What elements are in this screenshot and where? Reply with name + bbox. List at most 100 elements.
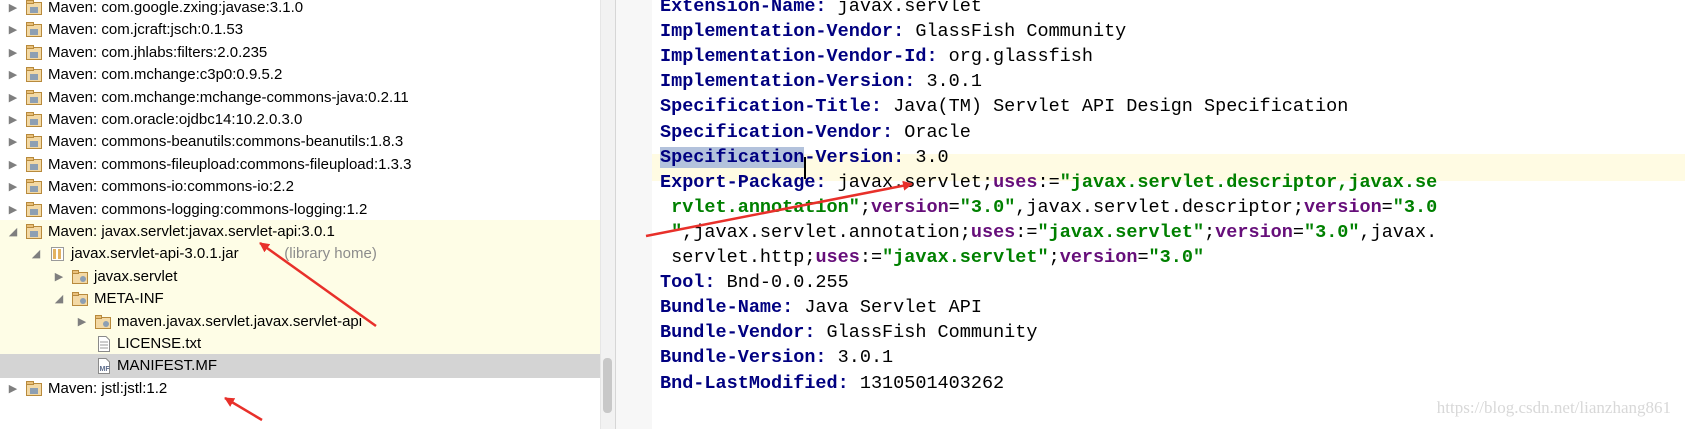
tree-row[interactable]: LICENSE.txt	[0, 332, 600, 356]
tree-row[interactable]: ▶ Maven: com.jcraft:jsch:0.1.53	[0, 18, 600, 42]
tree-row[interactable]: ▶ Maven: jstl:jstl:1.2	[0, 377, 600, 401]
code-token: 3.0.1	[826, 347, 894, 369]
code-token: Bundle-Name:	[660, 297, 794, 319]
code-token: Bnd-LastModified:	[660, 372, 849, 394]
expand-arrow-icon[interactable]: ◢	[29, 242, 43, 266]
code-token: ;	[1048, 247, 1060, 268]
code-token: Export-Package:	[660, 171, 827, 193]
code-token: "javax.servlet.descriptor,javax.se	[1059, 171, 1438, 193]
code-token: rvlet.annotation"	[671, 196, 860, 218]
collapse-arrow-icon[interactable]: ▶	[52, 265, 66, 289]
collapse-arrow-icon[interactable]: ▶	[6, 130, 20, 154]
tree-row[interactable]: ▶ Maven: com.google.zxing:javase:3.1.0	[0, 0, 600, 20]
tree-row[interactable]: ▶ Maven: commons-fileupload:commons-fileu…	[0, 153, 600, 177]
code-token: Implementation-Vendor:	[660, 21, 905, 43]
library-icon	[26, 380, 43, 397]
tree-scrollbar[interactable]	[600, 0, 615, 429]
code-token: ,javax.	[1359, 221, 1438, 243]
code-token: =	[1137, 247, 1149, 268]
code-token: 1310501403262	[848, 372, 1005, 394]
code-line: servlet.http;uses:="javax.servlet";versi…	[660, 244, 1204, 271]
collapse-arrow-icon[interactable]: ▶	[6, 63, 20, 87]
tree-row[interactable]: ▶ maven.javax.servlet.javax.servlet-api	[0, 309, 600, 334]
collapse-arrow-icon[interactable]: ▶	[6, 153, 20, 177]
code-token: ;	[1204, 221, 1216, 243]
tree-row-label: Maven: com.oracle:ojdbc14:10.2.0.3.0	[48, 111, 303, 128]
package-icon	[72, 269, 89, 285]
tree-scrollbar-thumb[interactable]	[603, 358, 612, 413]
jar-icon	[49, 246, 66, 262]
code-token: 3.0	[904, 146, 949, 168]
code-token: :=	[1037, 171, 1060, 193]
code-token: Specification-Vendor:	[660, 121, 894, 143]
code-token: "3.0"	[959, 196, 1016, 218]
code-token: Java Servlet API	[793, 297, 982, 319]
collapse-arrow-icon[interactable]: ▶	[6, 108, 20, 132]
code-token: GlassFish Community	[904, 21, 1127, 43]
tree-row[interactable]: ▶ Maven: com.mchange:mchange-commons-java…	[0, 86, 600, 110]
library-icon	[26, 134, 43, 150]
tree-row[interactable]: ▶ Maven: com.oracle:ojdbc14:10.2.0.3.0	[0, 108, 600, 132]
tree-row[interactable]: ◢ META-INF	[0, 287, 600, 312]
manifest-editor[interactable]: Extension-Name: javax.servlet Implementat…	[652, 0, 1685, 429]
code-line: Implementation-Vendor-Id: org.glassfish	[660, 43, 1093, 70]
tree-row[interactable]: ▶ Maven: commons-logging:commons-logging:…	[0, 198, 600, 222]
code-token: :=	[859, 247, 883, 268]
tree-row[interactable]: ◢ Maven: javax.servlet:javax.servlet-api:…	[0, 220, 600, 244]
code-token: "	[671, 221, 683, 243]
code-token: Java(TM) Servlet API Design Specificatio…	[882, 96, 1349, 118]
tree-row-label: Maven: jstl:jstl:1.2	[48, 379, 168, 397]
collapse-arrow-icon[interactable]: ▶	[6, 198, 20, 222]
tree-row[interactable]: ▶ Maven: com.mchange:c3p0:0.9.5.2	[0, 63, 600, 87]
library-icon	[26, 179, 43, 195]
code-token: -Version:	[804, 146, 905, 168]
collapse-arrow-icon[interactable]: ▶	[6, 41, 20, 65]
package-icon	[72, 291, 89, 307]
collapse-arrow-icon[interactable]: ▶	[6, 86, 20, 110]
collapse-arrow-icon[interactable]: ▶	[6, 377, 20, 401]
code-line: Bundle-Vendor: GlassFish Community	[660, 319, 1037, 346]
tree-row-label: Maven: com.mchange:c3p0:0.9.5.2	[48, 66, 283, 84]
tree-row[interactable]: ▶ Maven: com.jhlabs:filters:2.0.235	[0, 41, 600, 65]
tree-row[interactable]: ▶ javax.servlet	[0, 264, 600, 289]
code-token: Extension-Name:	[660, 0, 827, 17]
text-file-icon	[95, 336, 112, 352]
code-token: org.glassfish	[937, 46, 1093, 68]
library-icon	[26, 156, 43, 173]
code-line: Implementation-Version: 3.0.1	[660, 68, 982, 95]
code-line: Implementation-Vendor: GlassFish Communi…	[660, 18, 1126, 45]
manifest-file-icon: MF	[95, 358, 112, 375]
collapse-arrow-icon[interactable]: ▶	[6, 0, 20, 20]
code-token: Specification-Title:	[660, 96, 883, 118]
collapse-arrow-icon[interactable]: ▶	[6, 175, 20, 199]
code-line: Bundle-Version: 3.0.1	[660, 344, 893, 371]
code-token: =	[1381, 196, 1393, 218]
code-token: Specification	[660, 146, 805, 168]
tree-row-label: Maven: commons-beanutils:commons-beanuti…	[48, 133, 404, 151]
tree-row[interactable]: ▶ Maven: commons-io:commons-io:2.2	[0, 175, 600, 199]
collapse-arrow-icon[interactable]: ▶	[6, 18, 20, 42]
tree-row[interactable]: MF MANIFEST.MF	[0, 354, 600, 379]
code-line: Specification-Vendor: Oracle	[660, 119, 971, 146]
expand-arrow-icon[interactable]: ◢	[6, 220, 20, 244]
code-token: "3.0"	[1303, 221, 1360, 243]
tree-row[interactable]: ◢ javax.servlet-api-3.0.1.jar (library ho…	[0, 242, 600, 267]
editor-gutter	[616, 0, 652, 429]
code-token: GlassFish Community	[815, 322, 1038, 344]
tree-row-label: javax.servlet	[94, 267, 178, 285]
package-icon	[95, 314, 112, 330]
tree-row-label: Maven: javax.servlet:javax.servlet-api:3…	[48, 223, 335, 240]
tree-row[interactable]: ▶ Maven: commons-beanutils:commons-beanut…	[0, 130, 600, 154]
tree-row-label: META-INF	[94, 290, 164, 308]
tree-row-label: Maven: com.google.zxing:javase:3.1.0	[48, 0, 304, 16]
code-token: uses	[815, 247, 860, 268]
expand-arrow-icon[interactable]: ◢	[52, 287, 66, 311]
tree-row-label: Maven: commons-io:commons-io:2.2	[48, 178, 294, 196]
code-token: Tool:	[660, 272, 716, 294]
code-token: Implementation-Version:	[660, 71, 916, 93]
library-icon	[26, 112, 43, 128]
project-tree: ▶ Maven: com.google.zxing:javase:3.1.0 ▶ Ma…	[0, 0, 600, 429]
code-token: version	[1303, 196, 1382, 218]
collapse-arrow-icon[interactable]: ▶	[75, 310, 89, 334]
